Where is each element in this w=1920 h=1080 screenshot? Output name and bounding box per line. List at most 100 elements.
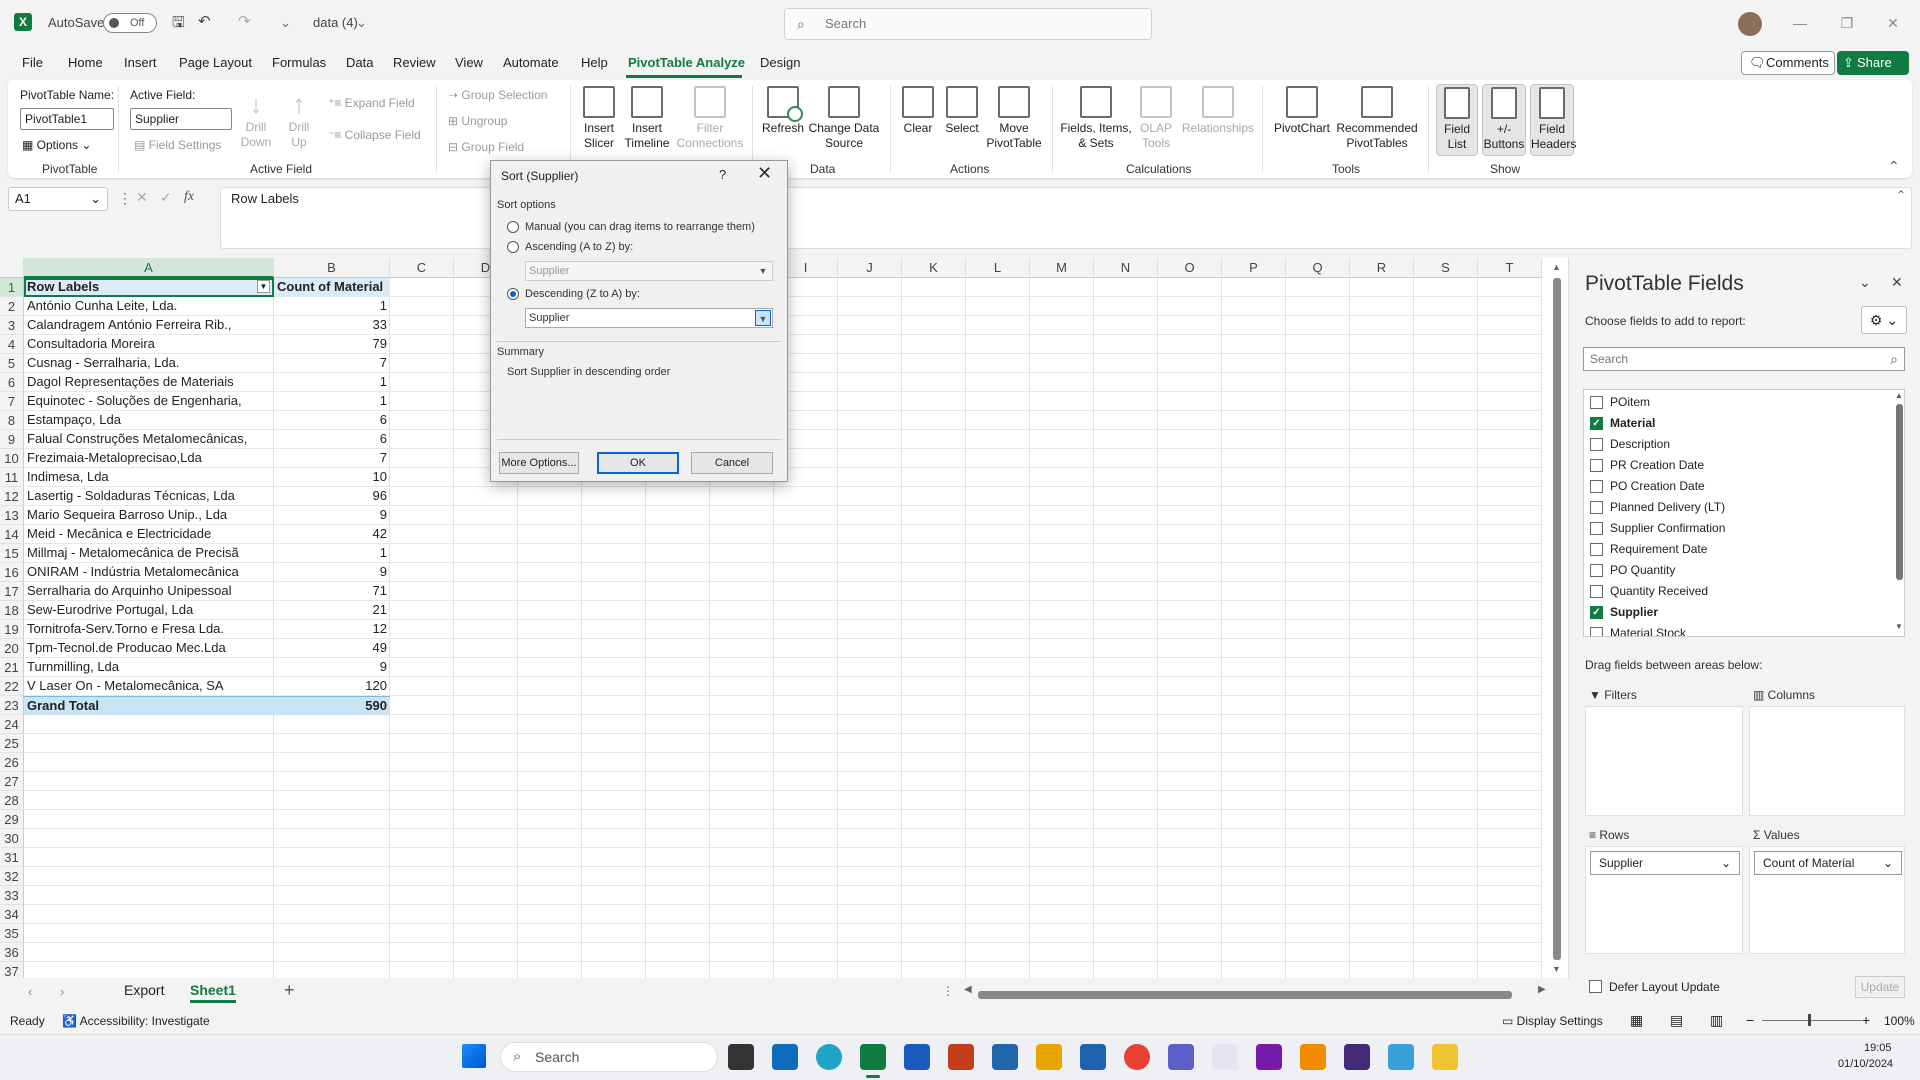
descending-field-select[interactable]: Supplier ▼ (525, 308, 773, 328)
row-header-9[interactable]: 9 (0, 430, 24, 449)
pivot-row-label[interactable]: Sew-Eurodrive Portugal, Lda (24, 601, 274, 620)
field-list-scrollbar[interactable] (1896, 404, 1903, 580)
row-header-36[interactable]: 36 (0, 943, 24, 962)
field-checkbox[interactable] (1590, 396, 1603, 409)
menu-review[interactable]: Review (393, 55, 436, 70)
rows-field-pill[interactable]: Supplier ⌄ (1590, 851, 1740, 875)
group-selection-button[interactable]: ➝ Group Selection (448, 88, 547, 102)
row-header-28[interactable]: 28 (0, 791, 24, 810)
refresh-button[interactable]: Refresh (758, 86, 808, 136)
values-area[interactable]: Count of Material ⌄ (1749, 846, 1905, 954)
next-sheet-icon[interactable]: › (60, 984, 64, 999)
row-header-4[interactable]: 4 (0, 335, 24, 354)
menu-insert[interactable]: Insert (124, 55, 157, 70)
pivot-row-value[interactable]: 42 (274, 525, 390, 544)
autosave-toggle[interactable]: Off (103, 13, 157, 33)
horizontal-scrollbar[interactable] (978, 991, 1512, 999)
columns-area[interactable] (1749, 706, 1905, 816)
collapse-field-button[interactable]: ⁻≡ Collapse Field (328, 128, 421, 142)
row-header-33[interactable]: 33 (0, 886, 24, 905)
field-search-input[interactable]: Search ⌕ (1583, 347, 1905, 371)
pivot-row-value[interactable]: 79 (274, 335, 390, 354)
restore-icon[interactable]: ❐ (1832, 8, 1862, 38)
pivot-row-label[interactable]: Cusnag - Serralharia, Lda. (24, 354, 274, 373)
row-header-11[interactable]: 11 (0, 468, 24, 487)
pivot-row-value[interactable]: 9 (274, 563, 390, 582)
field-checkbox[interactable] (1590, 543, 1603, 556)
page-break-view-icon[interactable]: ▥ (1710, 1012, 1723, 1029)
pivot-row-label[interactable]: Mario Sequeira Barroso Unip., Lda (24, 506, 274, 525)
help-icon[interactable]: ? (719, 167, 726, 182)
column-header-t[interactable]: T (1478, 258, 1542, 278)
zoom-slider[interactable] (1762, 1020, 1862, 1021)
pivot-row-label[interactable]: Falual Construções Metalomecânicas, (24, 430, 274, 449)
field-checkbox[interactable]: ✓ (1590, 606, 1603, 619)
pivot-row-label[interactable]: Consultadoria Moreira (24, 335, 274, 354)
chrome-icon[interactable] (1124, 1044, 1150, 1070)
scroll-right-icon[interactable]: ▶ (1538, 984, 1546, 995)
column-header-o[interactable]: O (1158, 258, 1222, 278)
pivot-row-value[interactable]: 6 (274, 430, 390, 449)
field-checkbox[interactable] (1590, 480, 1603, 493)
more-options-button[interactable]: More Options... (499, 452, 579, 474)
pivot-row-value[interactable]: 1 (274, 297, 390, 316)
row-header-30[interactable]: 30 (0, 829, 24, 848)
pivot-row-labels-header[interactable]: Row Labels ▼ (24, 278, 274, 297)
row-header-18[interactable]: 18 (0, 601, 24, 620)
scroll-up-icon[interactable]: ▲ (1895, 391, 1903, 400)
scroll-up-icon[interactable]: ▲ (1552, 262, 1561, 272)
menu-page-layout[interactable]: Page Layout (179, 55, 252, 70)
sheet-tab-sheet1[interactable]: Sheet1 (190, 982, 236, 1003)
pivot-values-header[interactable]: Count of Material (274, 278, 390, 297)
column-header-b[interactable]: B (274, 258, 390, 278)
ascending-radio[interactable] (507, 241, 519, 253)
field-item[interactable]: Supplier Confirmation (1590, 518, 1725, 539)
pivot-row-value[interactable]: 71 (274, 582, 390, 601)
field-item[interactable]: POitem (1590, 392, 1650, 413)
pivot-row-value[interactable]: 9 (274, 658, 390, 677)
row-header-19[interactable]: 19 (0, 620, 24, 639)
menu-home[interactable]: Home (68, 55, 103, 70)
close-icon[interactable]: ✕ (1891, 274, 1903, 291)
field-item[interactable]: PO Creation Date (1590, 476, 1705, 497)
pivot-row-value[interactable]: 1 (274, 392, 390, 411)
row-header-29[interactable]: 29 (0, 810, 24, 829)
orange-app-icon[interactable] (1300, 1044, 1326, 1070)
field-item[interactable]: PO Quantity (1590, 560, 1675, 581)
row-header-13[interactable]: 13 (0, 506, 24, 525)
recommended-pivottables-button[interactable]: Recommended PivotTables (1334, 86, 1420, 151)
share-button[interactable]: ⇪ Share (1837, 51, 1909, 75)
collapse-ribbon-icon[interactable]: ⌃ (1888, 158, 1900, 175)
row-header-25[interactable]: 25 (0, 734, 24, 753)
scroll-down-icon[interactable]: ▼ (1895, 622, 1903, 631)
field-checkbox[interactable] (1590, 522, 1603, 535)
field-item[interactable]: Planned Delivery (LT) (1590, 497, 1725, 518)
menu-help[interactable]: Help (581, 55, 608, 70)
edge-icon[interactable] (816, 1044, 842, 1070)
manual-radio[interactable] (507, 221, 519, 233)
file-explorer-icon[interactable] (1432, 1044, 1458, 1070)
relationships-button[interactable]: Relationships (1180, 86, 1256, 136)
menu-view[interactable]: View (455, 55, 483, 70)
menu-automate[interactable]: Automate (503, 55, 559, 70)
pivot-row-label[interactable]: Calandragem António Ferreira Rib., (24, 316, 274, 335)
chevron-down-icon[interactable]: ▼ (755, 310, 771, 326)
task-view-icon[interactable] (728, 1044, 754, 1070)
filters-area[interactable] (1585, 706, 1743, 816)
insert-slicer-button[interactable]: Insert Slicer (580, 86, 618, 151)
field-checkbox[interactable] (1590, 564, 1603, 577)
pivot-row-value[interactable]: 21 (274, 601, 390, 620)
expand-field-button[interactable]: ⁺≡ Expand Field (328, 96, 415, 110)
row-header-35[interactable]: 35 (0, 924, 24, 943)
row-header-15[interactable]: 15 (0, 544, 24, 563)
word-icon[interactable] (904, 1044, 930, 1070)
formula-input[interactable]: Row Labels (220, 187, 1912, 249)
close-icon[interactable]: ✕ (757, 163, 772, 184)
file-transfer-icon[interactable] (1036, 1044, 1062, 1070)
settings-app-icon[interactable] (1388, 1044, 1414, 1070)
remote-desktop-icon[interactable] (992, 1044, 1018, 1070)
row-header-27[interactable]: 27 (0, 772, 24, 791)
column-header-c[interactable]: C (390, 258, 454, 278)
accessibility-status[interactable]: ♿ Accessibility: Investigate (62, 1014, 210, 1028)
field-item[interactable]: Material Stock (1590, 623, 1686, 636)
